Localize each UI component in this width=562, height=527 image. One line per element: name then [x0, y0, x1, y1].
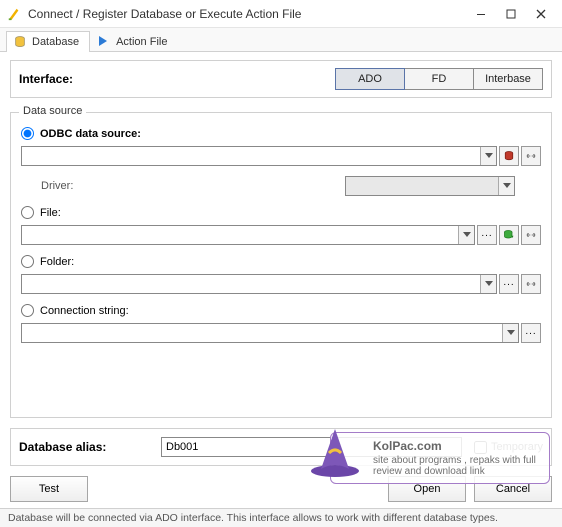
open-button[interactable]: Open [388, 476, 466, 502]
folder-browse-button[interactable] [499, 274, 519, 294]
odbc-radio-label: ODBC data source: [40, 128, 141, 140]
odbc-link-button[interactable] [521, 146, 541, 166]
odbc-radio-input[interactable] [21, 127, 34, 140]
temporary-label: Temporary [491, 441, 543, 453]
file-radio[interactable]: File: [21, 206, 61, 219]
minimize-button[interactable] [466, 3, 496, 25]
connstr-combo[interactable] [21, 323, 519, 343]
folder-radio-label: Folder: [40, 256, 74, 268]
tab-database[interactable]: Database [6, 31, 90, 52]
alias-input[interactable] [161, 437, 462, 457]
maximize-button[interactable] [496, 3, 526, 25]
tab-action-file[interactable]: Action File [90, 31, 178, 52]
tab-strip: Database Action File [0, 28, 562, 52]
interface-fd-button[interactable]: FD [404, 68, 474, 90]
data-source-legend: Data source [19, 105, 86, 117]
database-icon [13, 35, 27, 49]
data-source-group: Data source ODBC data source: [10, 112, 552, 418]
chevron-down-icon[interactable] [480, 275, 496, 293]
folder-radio-input[interactable] [21, 255, 34, 268]
connstr-radio-label: Connection string: [40, 305, 129, 317]
status-bar: Database will be connected via ADO inter… [0, 508, 562, 527]
file-combo[interactable] [21, 225, 475, 245]
interface-ado-button[interactable]: ADO [335, 68, 405, 90]
interface-panel: Interface: ADO FD Interbase [10, 60, 552, 98]
file-radio-input[interactable] [21, 206, 34, 219]
alias-label: Database alias: [19, 440, 149, 454]
app-icon [6, 6, 22, 22]
odbc-combo[interactable] [21, 146, 497, 166]
alias-panel: Database alias: Temporary [10, 428, 552, 466]
tab-database-label: Database [32, 36, 79, 48]
temporary-checkbox[interactable] [474, 441, 487, 454]
chevron-down-icon[interactable] [498, 177, 514, 195]
cancel-button[interactable]: Cancel [474, 476, 552, 502]
file-type-button[interactable] [499, 225, 519, 245]
connstr-radio[interactable]: Connection string: [21, 304, 129, 317]
close-button[interactable] [526, 3, 556, 25]
tab-action-file-label: Action File [116, 36, 167, 48]
driver-label: Driver: [41, 180, 101, 192]
driver-combo[interactable] [345, 176, 515, 196]
file-radio-label: File: [40, 207, 61, 219]
chevron-down-icon[interactable] [458, 226, 474, 244]
connstr-build-button[interactable] [521, 323, 541, 343]
play-icon [97, 35, 111, 49]
connstr-radio-input[interactable] [21, 304, 34, 317]
odbc-radio[interactable]: ODBC data source: [21, 127, 141, 140]
window-title: Connect / Register Database or Execute A… [28, 7, 466, 21]
interface-segment: ADO FD Interbase [336, 68, 543, 90]
interface-interbase-button[interactable]: Interbase [473, 68, 543, 90]
file-link-button[interactable] [521, 225, 541, 245]
folder-link-button[interactable] [521, 274, 541, 294]
chevron-down-icon[interactable] [502, 324, 518, 342]
interface-label: Interface: [19, 72, 336, 86]
chevron-down-icon[interactable] [480, 147, 496, 165]
file-browse-button[interactable] [477, 225, 497, 245]
test-button[interactable]: Test [10, 476, 88, 502]
odbc-manage-button[interactable] [499, 146, 519, 166]
folder-combo[interactable] [21, 274, 497, 294]
folder-radio[interactable]: Folder: [21, 255, 74, 268]
